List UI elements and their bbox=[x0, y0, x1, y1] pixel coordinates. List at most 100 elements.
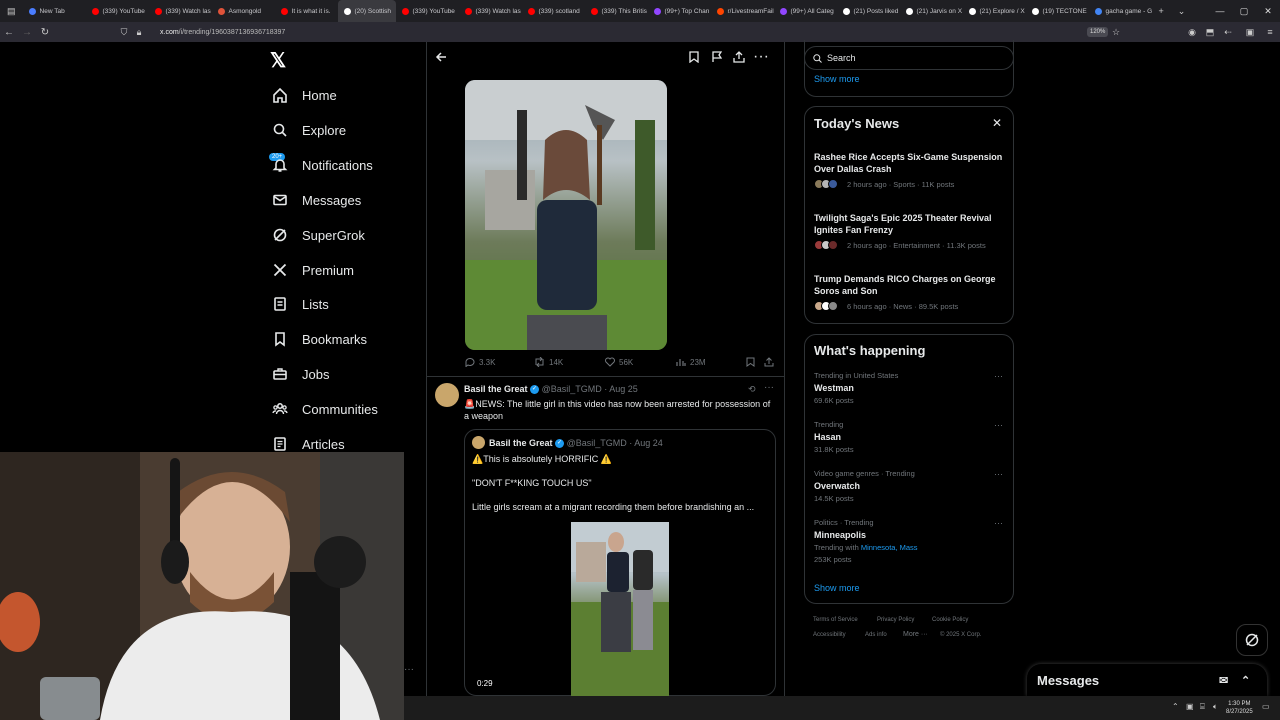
author-handle[interactable]: @Basil_TGMD bbox=[542, 384, 602, 394]
trend-name[interactable]: Hasan bbox=[814, 432, 841, 442]
back-icon[interactable]: ← bbox=[0, 27, 18, 38]
sidebar-item-articles[interactable]: Articles bbox=[272, 432, 345, 456]
flag-icon[interactable] bbox=[710, 50, 724, 64]
menu-icon[interactable]: ≡ bbox=[1264, 26, 1276, 38]
maximize-icon[interactable]: ▢ bbox=[1232, 0, 1256, 22]
avatar[interactable] bbox=[435, 383, 459, 407]
minimize-icon[interactable]: — bbox=[1208, 0, 1232, 22]
x-logo-icon[interactable]: 𝕏 bbox=[270, 48, 286, 73]
browser-tab[interactable]: (339) Watch las bbox=[459, 0, 522, 22]
compose-message-icon[interactable]: ✉ bbox=[1219, 674, 1228, 687]
like-button[interactable]: 56K bbox=[605, 357, 633, 367]
close-window-icon[interactable]: ✕ bbox=[1256, 0, 1280, 22]
footer-link[interactable]: Terms of Service bbox=[813, 617, 858, 623]
bookmark-post-button[interactable] bbox=[746, 357, 755, 367]
post-date[interactable]: · Aug 25 bbox=[604, 384, 638, 394]
browser-tab[interactable]: (99+) All Categ bbox=[774, 0, 837, 22]
extension-icon[interactable]: ⬒ bbox=[1204, 26, 1216, 38]
lock-icon[interactable]: 🔒︎ bbox=[133, 26, 145, 38]
sidebar-item-communities[interactable]: Communities bbox=[272, 397, 378, 421]
trend-name[interactable]: Minneapolis bbox=[814, 530, 866, 540]
extension-icon[interactable]: ▣ bbox=[1244, 26, 1256, 38]
close-icon[interactable]: ✕ bbox=[992, 116, 1002, 130]
trend-name[interactable]: Westman bbox=[814, 383, 854, 393]
more-icon[interactable]: ··· bbox=[404, 664, 414, 675]
browser-tab[interactable]: New Tab bbox=[23, 0, 86, 22]
sidebar-item-explore[interactable]: Explore bbox=[272, 118, 346, 142]
browser-tab[interactable]: gacha game - G bbox=[1089, 0, 1152, 22]
forward-icon[interactable]: → bbox=[18, 27, 36, 38]
news-item-title[interactable]: Twilight Saga's Epic 2025 Theater Reviva… bbox=[814, 212, 1006, 236]
new-tab-icon[interactable]: + bbox=[1152, 6, 1171, 16]
grok-icon[interactable]: ⟲ bbox=[748, 384, 756, 395]
tab-list-icon[interactable]: ▤ bbox=[0, 6, 23, 17]
back-arrow-icon[interactable] bbox=[434, 50, 448, 64]
browser-tab[interactable]: r/LivestreamFail bbox=[711, 0, 774, 22]
zoom-level[interactable]: 120% bbox=[1087, 27, 1109, 37]
sidebar-item-premium[interactable]: Premium bbox=[272, 258, 354, 282]
browser-tab[interactable]: (21) Posts liked bbox=[837, 0, 900, 22]
sidebar-item-supergrok[interactable]: SuperGrok bbox=[272, 223, 365, 247]
expand-icon[interactable]: ⌃ bbox=[1241, 674, 1250, 687]
show-more-link[interactable]: Show more bbox=[814, 74, 860, 84]
browser-tab[interactable]: (339) Watch las bbox=[149, 0, 212, 22]
extension-icon[interactable]: ⇠ bbox=[1222, 26, 1234, 38]
network-icon[interactable]: ⌸ bbox=[1200, 702, 1205, 712]
footer-link[interactable]: Privacy Policy bbox=[877, 617, 914, 623]
browser-tab[interactable]: (20) Scottish✕ bbox=[337, 0, 396, 22]
avatar[interactable] bbox=[472, 436, 485, 449]
sidebar-item-bookmarks[interactable]: Bookmarks bbox=[272, 327, 367, 351]
reply-button[interactable]: 3.3K bbox=[465, 357, 495, 367]
sidebar-item-jobs[interactable]: Jobs bbox=[272, 362, 329, 386]
notifications-icon[interactable]: ▭ bbox=[1262, 702, 1270, 711]
sidebar-item-notifications[interactable]: Notifications bbox=[272, 153, 373, 177]
views-button[interactable]: 23M bbox=[676, 357, 706, 367]
messages-drawer[interactable]: Messages ✉ ⌃ bbox=[1027, 664, 1267, 696]
tray-icon[interactable]: ▣ bbox=[1186, 702, 1194, 711]
more-icon[interactable]: ··· bbox=[753, 48, 769, 65]
tray-chevron-icon[interactable]: ⌃ bbox=[1172, 702, 1179, 711]
trend-name[interactable]: Overwatch bbox=[814, 481, 860, 491]
reload-icon[interactable]: ↻ bbox=[36, 27, 54, 38]
sidebar-item-lists[interactable]: Lists bbox=[272, 292, 329, 316]
author-name[interactable]: Basil the Great bbox=[464, 384, 528, 394]
trending-with-links[interactable]: Minnesota, Mass bbox=[861, 543, 918, 552]
share-icon[interactable] bbox=[732, 50, 746, 64]
tab-overflow-icon[interactable]: ⌄ bbox=[1171, 6, 1193, 17]
browser-tab[interactable]: It is what it is. bbox=[275, 0, 338, 22]
browser-tab[interactable]: (21) Jarvis on X bbox=[900, 0, 963, 22]
browser-tab[interactable]: (339) scotland bbox=[522, 0, 585, 22]
quote-video[interactable] bbox=[571, 522, 669, 696]
browser-tab[interactable]: (339) YouTube bbox=[86, 0, 149, 22]
more-icon[interactable]: ··· bbox=[994, 420, 1003, 430]
post-media-image[interactable] bbox=[465, 80, 667, 350]
taskbar-clock[interactable]: 1:30 PM 8/27/2025 bbox=[1226, 700, 1253, 716]
more-icon[interactable]: ··· bbox=[994, 469, 1003, 479]
grok-button[interactable] bbox=[1236, 624, 1268, 656]
repost-button[interactable]: 14K bbox=[534, 357, 563, 367]
footer-link[interactable]: Ads info bbox=[865, 632, 887, 638]
bookmark-icon[interactable] bbox=[687, 50, 701, 64]
volume-icon[interactable]: 🔈︎ bbox=[1213, 702, 1218, 712]
footer-link[interactable]: Accessibility bbox=[813, 632, 846, 638]
bookmark-star-icon[interactable]: ☆ bbox=[1110, 26, 1122, 38]
browser-tab[interactable]: (99+) Top Chan bbox=[648, 0, 711, 22]
browser-tab[interactable]: Asmongold bbox=[212, 0, 275, 22]
share-post-button[interactable] bbox=[764, 357, 774, 367]
extension-icon[interactable]: ◉ bbox=[1186, 26, 1198, 38]
news-item-title[interactable]: Trump Demands RICO Charges on George Sor… bbox=[814, 273, 1006, 297]
browser-tab[interactable]: (19) TECTONE bbox=[1026, 0, 1089, 22]
show-more-link[interactable]: Show more bbox=[814, 583, 860, 593]
footer-more-link[interactable]: More ··· bbox=[903, 631, 928, 638]
news-item-title[interactable]: Rashee Rice Accepts Six-Game Suspension … bbox=[814, 151, 1006, 175]
footer-link[interactable]: Cookie Policy bbox=[932, 617, 968, 623]
address-bar[interactable]: x.com /i/trending/1960387136936718397 bbox=[160, 24, 1172, 40]
more-icon[interactable]: ··· bbox=[764, 382, 774, 393]
more-icon[interactable]: ··· bbox=[994, 371, 1003, 381]
browser-tab[interactable]: (339) This Britis bbox=[585, 0, 648, 22]
shield-icon[interactable]: ⛉ bbox=[118, 26, 130, 38]
more-icon[interactable]: ··· bbox=[994, 518, 1003, 528]
sidebar-item-messages[interactable]: Messages bbox=[272, 188, 361, 212]
browser-tab[interactable]: (339) YouTube bbox=[396, 0, 459, 22]
browser-tab[interactable]: (21) Explore / X bbox=[963, 0, 1026, 22]
